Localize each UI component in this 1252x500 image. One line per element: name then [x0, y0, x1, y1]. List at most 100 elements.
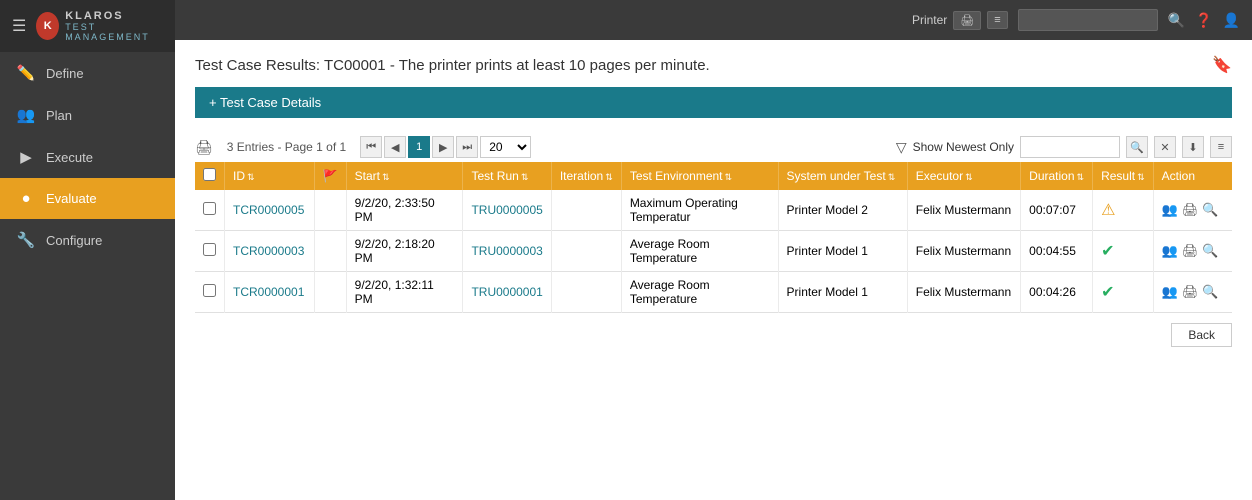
- printer-section: Printer 🖨 ≡: [912, 11, 1008, 30]
- row-start-cell: 9/2/20, 1:32:11 PM: [346, 272, 463, 313]
- row-users-icon-0[interactable]: 👥: [1162, 202, 1178, 218]
- row-print-icon-2[interactable]: 🖨: [1182, 284, 1199, 300]
- row-checkbox-cell: [195, 231, 225, 272]
- th-env[interactable]: Test Environment⇅: [621, 162, 778, 190]
- details-bar[interactable]: + Test Case Details: [195, 87, 1232, 118]
- topbar: Printer 🖨 ≡ 🔍 ❓ 👤: [175, 0, 1252, 40]
- results-table: ID⇅ 🚩 Start⇅ Test Run⇅ Iteration⇅: [195, 162, 1232, 313]
- row-testrun-link-1[interactable]: TRU0000003: [471, 244, 542, 258]
- sidebar-item-plan[interactable]: 👥 Plan: [0, 94, 175, 136]
- sidebar-item-evaluate[interactable]: ● Evaluate: [0, 178, 175, 219]
- back-button[interactable]: Back: [1171, 323, 1232, 347]
- row-sut-cell: Printer Model 1: [778, 231, 907, 272]
- row-search-icon-2[interactable]: 🔍: [1202, 284, 1218, 300]
- table-search-input[interactable]: [1020, 136, 1120, 158]
- pager-page-1[interactable]: 1: [408, 136, 430, 158]
- row-executor-cell: Felix Mustermann: [907, 272, 1020, 313]
- table-row: TCR0000001 9/2/20, 1:32:11 PM TRU0000001…: [195, 272, 1232, 313]
- row-iteration-cell: [551, 231, 621, 272]
- sidebar-item-label-define: Define: [46, 66, 84, 81]
- row-id-cell: TCR0000001: [225, 272, 315, 313]
- show-newest-label: Show Newest Only: [913, 140, 1014, 154]
- row-testrun-cell: TRU0000003: [463, 231, 551, 272]
- row-testrun-link-2[interactable]: TRU0000001: [471, 285, 542, 299]
- result-warn-icon: ⚠: [1101, 202, 1115, 219]
- row-id-link-0[interactable]: TCR0000005: [233, 203, 304, 217]
- table-columns-icon[interactable]: ≡: [1210, 136, 1232, 158]
- filter-icon[interactable]: ▽: [896, 139, 907, 156]
- pager-prev[interactable]: ◀: [384, 136, 406, 158]
- row-executor-cell: Felix Mustermann: [907, 190, 1020, 231]
- flag-icon-header: 🚩: [323, 169, 338, 183]
- help-icon[interactable]: ❓: [1195, 12, 1212, 29]
- sidebar: ☰ K KLAROS TEST MANAGEMENT ✏️ Define 👥 P…: [0, 0, 175, 500]
- row-checkbox-0[interactable]: [203, 202, 216, 215]
- search-icon-topbar[interactable]: 🔍: [1168, 12, 1185, 29]
- per-page-select[interactable]: 20 50 100: [480, 136, 531, 158]
- table-row: TCR0000005 9/2/20, 2:33:50 PM TRU0000005…: [195, 190, 1232, 231]
- sidebar-item-label-execute: Execute: [46, 150, 93, 165]
- pager: ⏮ ◀ 1 ▶ ⏭ 20 50 100: [360, 136, 531, 158]
- th-flag: 🚩: [314, 162, 346, 190]
- row-id-link-1[interactable]: TCR0000003: [233, 244, 304, 258]
- row-testrun-cell: TRU0000001: [463, 272, 551, 313]
- th-checkbox: [195, 162, 225, 190]
- table-row: TCR0000003 9/2/20, 2:18:20 PM TRU0000003…: [195, 231, 1232, 272]
- row-print-icon-1[interactable]: 🖨: [1182, 243, 1199, 259]
- table-export-icon[interactable]: ⬇: [1182, 136, 1204, 158]
- row-action-cell: 👥 🖨 🔍: [1153, 190, 1232, 231]
- pager-first[interactable]: ⏮: [360, 136, 382, 158]
- row-checkbox-2[interactable]: [203, 284, 216, 297]
- row-duration-cell: 00:07:07: [1021, 190, 1093, 231]
- row-sut-cell: Printer Model 1: [778, 272, 907, 313]
- row-sut-cell: Printer Model 2: [778, 190, 907, 231]
- th-iteration[interactable]: Iteration⇅: [551, 162, 621, 190]
- row-users-icon-2[interactable]: 👥: [1162, 284, 1178, 300]
- th-testrun[interactable]: Test Run⇅: [463, 162, 551, 190]
- th-duration[interactable]: Duration⇅: [1021, 162, 1093, 190]
- page-title: Test Case Results: TC00001 - The printer…: [195, 57, 710, 74]
- hamburger-icon[interactable]: ☰: [12, 16, 26, 36]
- bookmark-icon[interactable]: 🔖: [1212, 55, 1232, 75]
- th-sut[interactable]: System under Test⇅: [778, 162, 907, 190]
- logo-circle: K: [36, 12, 59, 40]
- table-search-clear[interactable]: ✕: [1154, 136, 1176, 158]
- topbar-search-input[interactable]: [1018, 9, 1158, 31]
- logo-text: KLAROS: [65, 10, 163, 22]
- row-testrun-cell: TRU0000005: [463, 190, 551, 231]
- table-search-button[interactable]: 🔍: [1126, 136, 1148, 158]
- row-id-cell: TCR0000003: [225, 231, 315, 272]
- logo-text-block: KLAROS TEST MANAGEMENT: [65, 10, 163, 42]
- toolbar: 🖨 3 Entries - Page 1 of 1 ⏮ ◀ 1 ▶ ⏭ 20 5…: [195, 132, 1232, 162]
- pager-last[interactable]: ⏭: [456, 136, 478, 158]
- define-icon: ✏️: [16, 64, 36, 82]
- th-result[interactable]: Result⇅: [1093, 162, 1154, 190]
- plan-icon: 👥: [16, 106, 36, 124]
- printer-btn-1[interactable]: 🖨: [953, 11, 981, 30]
- row-checkbox-1[interactable]: [203, 243, 216, 256]
- th-executor[interactable]: Executor⇅: [907, 162, 1020, 190]
- pager-next[interactable]: ▶: [432, 136, 454, 158]
- logo-container: K KLAROS TEST MANAGEMENT: [36, 10, 163, 42]
- row-users-icon-1[interactable]: 👥: [1162, 243, 1178, 259]
- row-flag-cell: [314, 231, 346, 272]
- row-print-icon-0[interactable]: 🖨: [1182, 202, 1199, 218]
- user-icon[interactable]: 👤: [1223, 12, 1240, 29]
- row-flag-cell: [314, 190, 346, 231]
- th-start[interactable]: Start⇅: [346, 162, 463, 190]
- sidebar-item-define[interactable]: ✏️ Define: [0, 52, 175, 94]
- row-testrun-link-0[interactable]: TRU0000005: [471, 203, 542, 217]
- row-iteration-cell: [551, 190, 621, 231]
- row-search-icon-0[interactable]: 🔍: [1202, 202, 1218, 218]
- print-icon[interactable]: 🖨: [195, 139, 213, 156]
- select-all-checkbox[interactable]: [203, 168, 216, 181]
- row-start-cell: 9/2/20, 2:18:20 PM: [346, 231, 463, 272]
- sidebar-item-execute[interactable]: ▶ Execute: [0, 136, 175, 178]
- row-id-link-2[interactable]: TCR0000001: [233, 285, 304, 299]
- row-search-icon-1[interactable]: 🔍: [1202, 243, 1218, 259]
- th-id[interactable]: ID⇅: [225, 162, 315, 190]
- content-area: Test Case Results: TC00001 - The printer…: [175, 40, 1252, 500]
- logo-subtitle: TEST MANAGEMENT: [65, 22, 163, 42]
- sidebar-item-configure[interactable]: 🔧 Configure: [0, 219, 175, 261]
- printer-btn-2[interactable]: ≡: [987, 11, 1007, 29]
